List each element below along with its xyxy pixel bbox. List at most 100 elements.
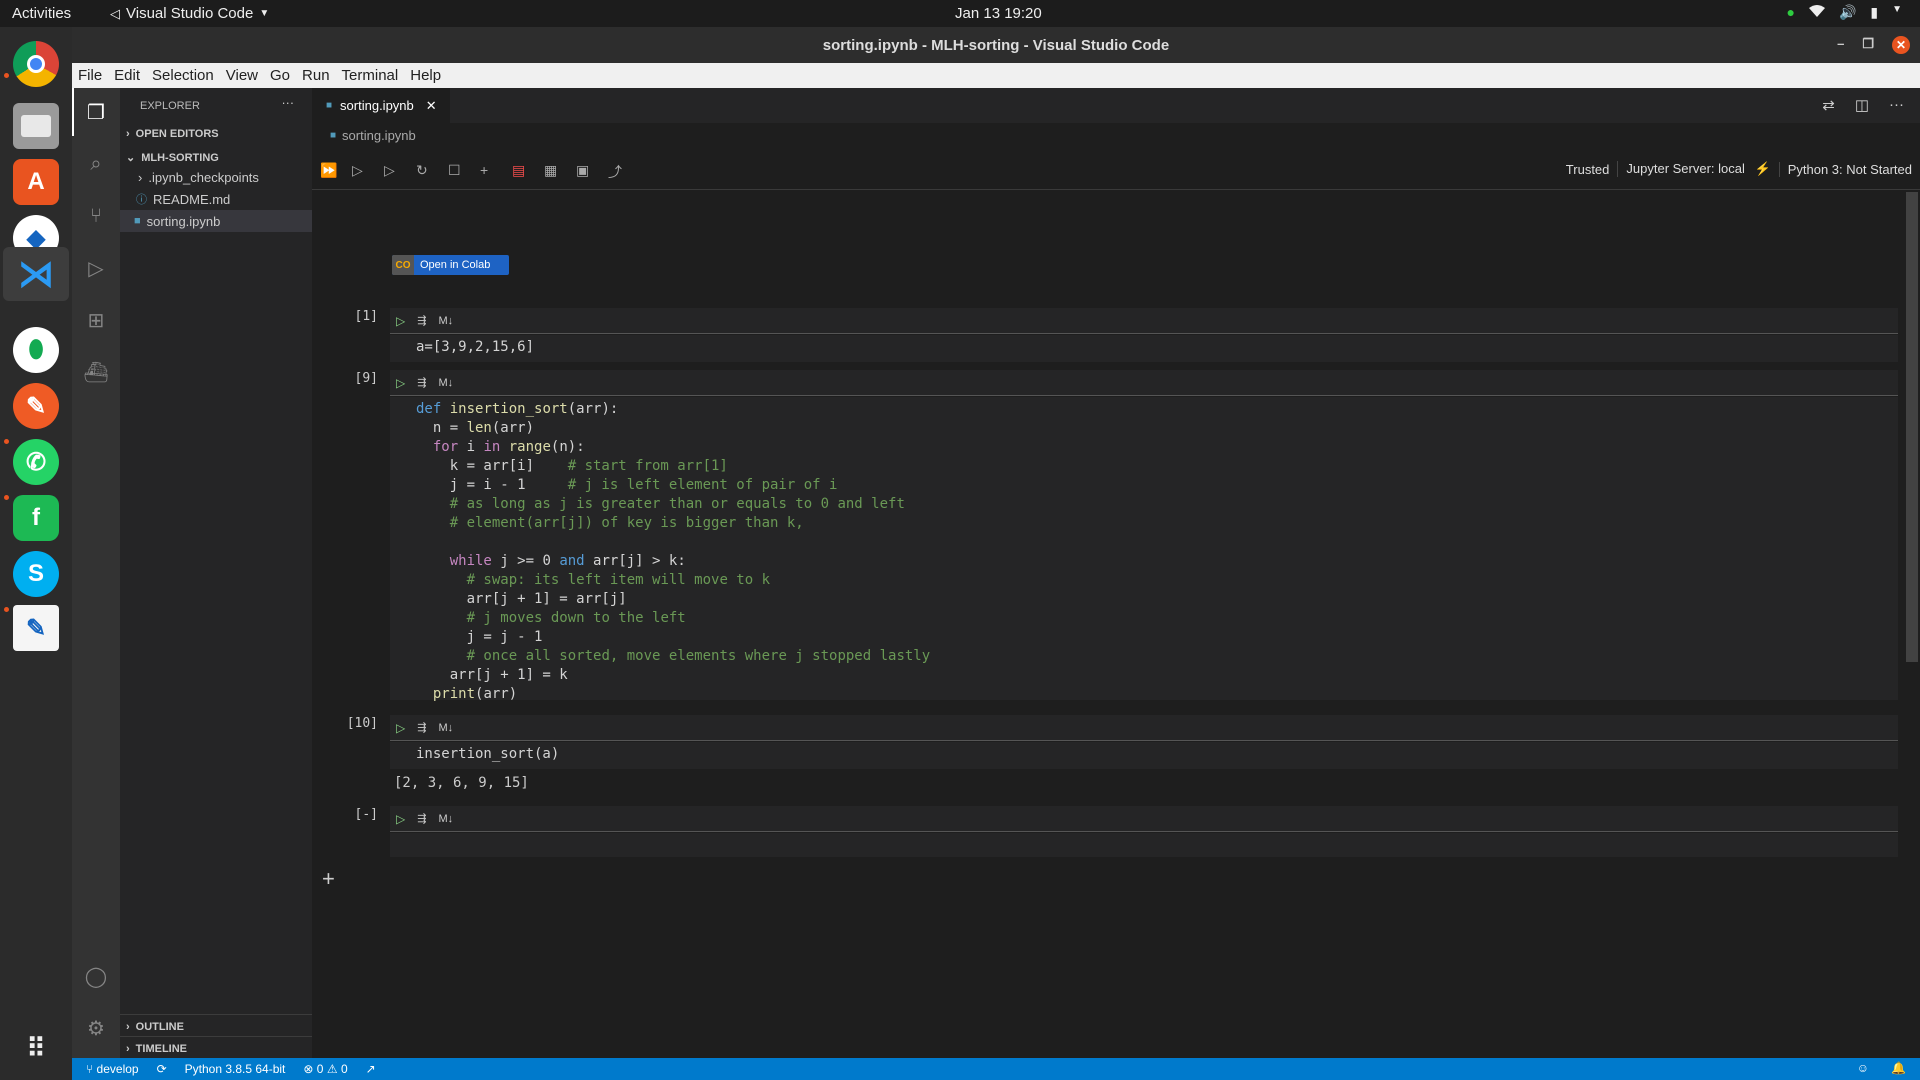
menu-view[interactable]: View <box>220 67 264 84</box>
run-all-icon[interactable]: ⏩ <box>320 162 337 179</box>
menu-go[interactable]: Go <box>264 67 296 84</box>
minimize-icon[interactable]: – <box>1837 36 1844 54</box>
run-below-icon[interactable]: ▷ <box>384 162 395 179</box>
export-icon[interactable]: ⤴ <box>608 162 622 182</box>
outline-label: OUTLINE <box>135 1021 184 1033</box>
system-menu-chevron-icon[interactable]: ▼ <box>1892 4 1902 21</box>
tree-item-sorting-notebook[interactable]: ■ sorting.ipynb <box>120 210 312 232</box>
menu-run[interactable]: Run <box>296 67 336 84</box>
chevron-right-icon: › <box>126 1021 130 1033</box>
ubuntu-dock: A ◆ ⋊ ⬮ ✎ ✆ f S ✎ ⠿ <box>0 27 72 1080</box>
extensions-icon[interactable]: ⊞ <box>84 308 108 332</box>
vscode-icon[interactable]: ⋊ <box>13 251 59 297</box>
menu-selection[interactable]: Selection <box>146 67 220 84</box>
settings-gear-icon[interactable]: ⚙ <box>84 1016 108 1040</box>
skype-icon[interactable]: S <box>13 551 59 597</box>
cell-language[interactable]: M↓ <box>438 377 453 389</box>
menu-file[interactable]: File <box>72 67 108 84</box>
code-cell-2[interactable]: def insertion_sort(arr): n = len(arr) fo… <box>390 397 1898 702</box>
run-debug-icon[interactable]: ▷ <box>84 256 108 280</box>
more-actions-icon[interactable]: ··· <box>1889 96 1904 114</box>
clock[interactable]: Jan 13 19:20 <box>955 5 1042 22</box>
folder-section[interactable]: ⌄ MLH-SORTING <box>126 151 219 165</box>
menu-terminal[interactable]: Terminal <box>336 67 405 84</box>
run-cell-icon[interactable]: ▷ <box>396 376 405 390</box>
code-cell-3[interactable]: insertion_sort(a) <box>390 742 1898 769</box>
software-center-icon[interactable]: A <box>13 159 59 205</box>
tree-item-readme[interactable]: ⓘ README.md <box>136 188 314 210</box>
notebook-toolbar: ⏩ ▷ ▷ ↻ ☐ + ▤ ▦ ▣ ⤴ Trusted Jupyter Serv… <box>312 150 1920 190</box>
problems-status[interactable]: ⊗ 0 ⚠ 0 <box>303 1062 347 1076</box>
close-window-icon[interactable]: ✕ <box>1892 36 1910 54</box>
maximize-icon[interactable]: ❐ <box>1862 36 1874 54</box>
save-icon[interactable]: ▣ <box>576 162 589 179</box>
jupyter-server-status[interactable]: Jupyter Server: local ⚡ <box>1617 161 1778 177</box>
cell-language[interactable]: M↓ <box>438 315 453 327</box>
app-menu[interactable]: ◁ Visual Studio Code ▼ <box>110 5 269 22</box>
files-icon[interactable] <box>13 103 59 149</box>
volume-icon[interactable]: 🔊 <box>1839 4 1856 21</box>
restart-kernel-icon[interactable]: ↻ <box>416 162 428 179</box>
menu-help[interactable]: Help <box>404 67 447 84</box>
close-tab-icon[interactable]: ✕ <box>426 98 437 114</box>
disconnected-plug-icon: ⚡ <box>1754 161 1771 176</box>
interrupt-kernel-icon[interactable]: ☐ <box>448 162 461 179</box>
run-cell-icon[interactable]: ▷ <box>396 721 405 735</box>
search-icon[interactable]: ⌕ <box>84 152 108 176</box>
running-indicator <box>4 607 9 612</box>
notifications-icon[interactable]: 🔔 <box>1891 1061 1906 1075</box>
chat-app-icon[interactable]: f <box>13 495 59 541</box>
variables-icon[interactable]: ▦ <box>544 162 557 179</box>
run-by-line-icon[interactable]: ⇶ <box>417 376 426 389</box>
compare-changes-icon[interactable]: ⇄ <box>1822 96 1835 114</box>
run-by-line-icon[interactable]: ⇶ <box>417 721 426 734</box>
postman-icon[interactable]: ✎ <box>13 383 59 429</box>
open-editors-section[interactable]: › OPEN EDITORS <box>126 128 219 140</box>
run-cell-icon[interactable]: ▷ <box>396 812 405 826</box>
whatsapp-icon[interactable]: ✆ <box>13 439 59 485</box>
activities-button[interactable]: Activities <box>12 5 71 22</box>
sync-icon[interactable]: ⟳ <box>157 1062 167 1076</box>
cell-language[interactable]: M↓ <box>438 722 453 734</box>
vertical-scrollbar[interactable] <box>1906 192 1918 662</box>
tree-item-checkpoints[interactable]: › .ipynb_checkpoints <box>138 166 316 188</box>
trusted-status[interactable]: Trusted <box>1558 162 1618 177</box>
cell-language[interactable]: M↓ <box>438 813 453 825</box>
code-cell-1[interactable]: a=[3,9,2,15,6] <box>390 335 1898 362</box>
branch-status[interactable]: ⑂ develop <box>86 1062 139 1076</box>
tab-sorting-notebook[interactable]: ■ sorting.ipynb ✕ <box>312 88 450 123</box>
show-applications-icon[interactable]: ⠿ <box>13 1025 59 1071</box>
explorer-icon[interactable]: ❐ <box>84 100 108 124</box>
activity-bar: ❐ ⌕ ⑂ ▷ ⊞ ⛴ ◯ ⚙ <box>72 88 120 1058</box>
menu-edit[interactable]: Edit <box>108 67 146 84</box>
text-editor-icon[interactable]: ✎ <box>13 605 59 651</box>
source-control-icon[interactable]: ⑂ <box>84 204 108 228</box>
add-cell-icon[interactable]: + <box>480 162 488 178</box>
python-interpreter[interactable]: Python 3.8.5 64-bit <box>185 1062 286 1076</box>
feedback-icon[interactable]: ☺ <box>1857 1061 1869 1075</box>
docker-icon[interactable]: ⛴ <box>83 360 108 384</box>
kernel-status[interactable]: Python 3: Not Started <box>1778 161 1920 177</box>
system-tray[interactable]: ● 🔊 ▮ ▼ <box>1786 4 1902 21</box>
accounts-icon[interactable]: ◯ <box>84 964 108 988</box>
run-by-line-icon[interactable]: ⇶ <box>417 314 426 327</box>
run-by-line-icon[interactable]: ⇶ <box>417 812 426 825</box>
battery-icon[interactable]: ▮ <box>1870 4 1878 21</box>
more-actions-icon[interactable]: ··· <box>282 96 295 110</box>
warning-count: 0 <box>340 1062 348 1076</box>
run-cell-icon[interactable]: ▷ <box>396 314 405 328</box>
outline-section[interactable]: › OUTLINE <box>126 1021 184 1033</box>
code-cell-4-empty[interactable] <box>390 833 1898 857</box>
live-share-icon[interactable]: ↗ <box>366 1062 376 1076</box>
status-green-icon[interactable]: ● <box>1786 4 1794 21</box>
add-cell-plus-icon[interactable]: + <box>322 866 335 892</box>
timeline-section[interactable]: › TIMELINE <box>126 1043 187 1055</box>
open-in-colab-badge[interactable]: CO Open in Colab <box>392 255 509 275</box>
wifi-icon[interactable] <box>1808 4 1825 21</box>
split-editor-icon[interactable]: ◫ <box>1855 96 1869 114</box>
chrome-icon[interactable] <box>13 41 59 87</box>
breadcrumb-file[interactable]: sorting.ipynb <box>342 128 416 143</box>
clear-outputs-icon[interactable]: ▤ <box>512 162 525 179</box>
run-above-icon[interactable]: ▷ <box>352 162 363 179</box>
mongodb-compass-icon[interactable]: ⬮ <box>13 327 59 373</box>
